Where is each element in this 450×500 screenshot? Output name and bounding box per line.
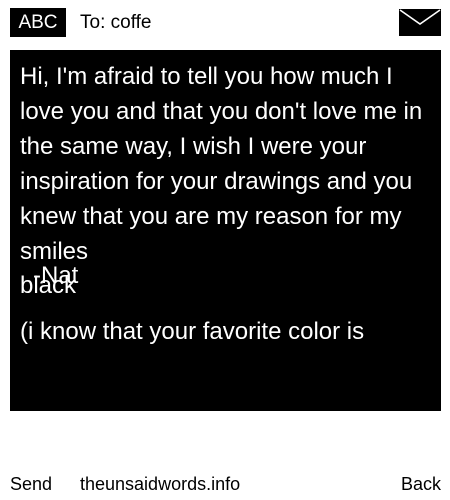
recipient-field[interactable]: To: coffe bbox=[80, 9, 151, 36]
message-hint-line: (i know that your favorite color is bbox=[20, 318, 365, 345]
message-text: Hi, I'm afraid to tell you how much I lo… bbox=[20, 63, 423, 265]
softkey-bar: Send theunsaidwords.info Back bbox=[0, 470, 450, 498]
envelope-icon bbox=[399, 9, 441, 36]
site-name: theunsaidwords.info bbox=[80, 474, 241, 494]
back-button[interactable]: Back bbox=[401, 470, 441, 498]
input-mode-badge[interactable]: ABC bbox=[10, 8, 66, 37]
message-body-area[interactable]: Hi, I'm afraid to tell you how much I lo… bbox=[10, 50, 441, 411]
compose-header: ABC To: coffe bbox=[0, 0, 450, 46]
signature-color: black bbox=[20, 272, 77, 299]
send-button[interactable]: Send bbox=[10, 470, 52, 498]
